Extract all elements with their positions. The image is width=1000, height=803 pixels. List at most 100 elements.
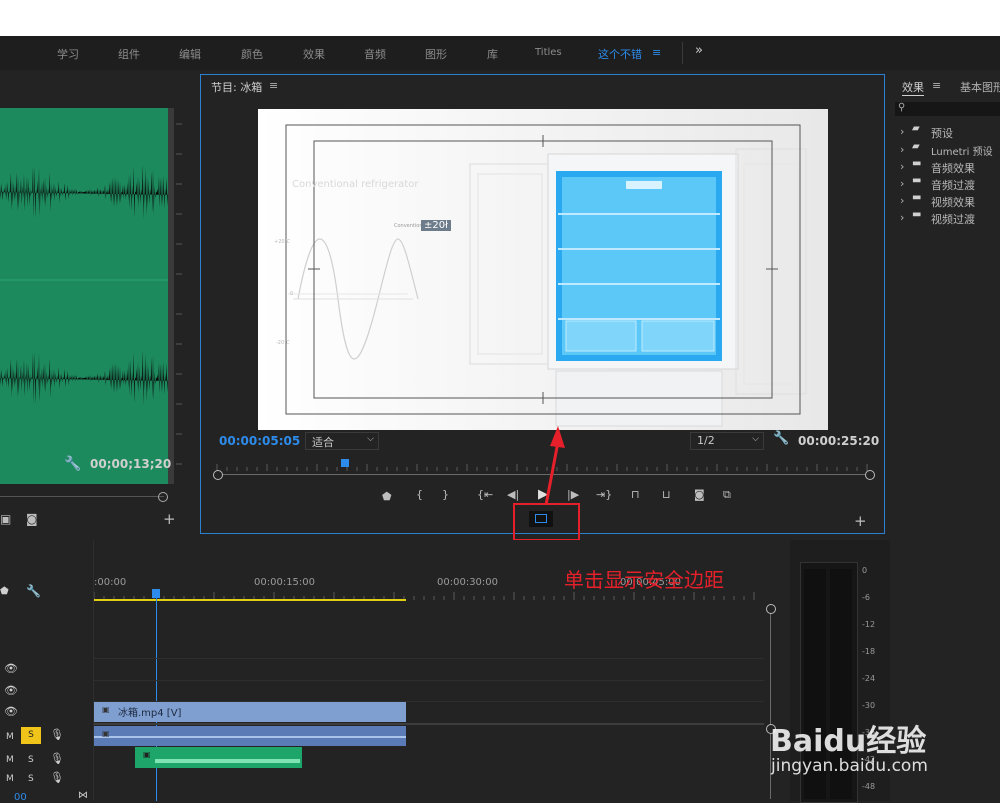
track-a2-mic-icon[interactable]: 🎙 [50,752,64,765]
track-divider [94,680,764,681]
track-a3-mute-button[interactable]: M [6,774,14,784]
timeline-bottom-time: 00 [14,792,27,803]
go-to-in-icon[interactable]: {⇤ [477,488,493,501]
comparison-view-icon[interactable]: ⧉ [723,488,731,502]
program-duration: 00:00:25:20 [798,434,880,448]
folder-star-icon: ▰ [912,141,920,152]
source-monitor-panel: 🔧 00;00;13;20 ▣ ◙ + [0,74,196,536]
effects-chevron-icon: › [900,177,905,190]
watermark-brand: Baidu经验 [770,724,927,759]
track-a3-mic-icon[interactable]: 🎙 [50,771,64,784]
effects-item-video-transitions[interactable]: 视频过渡 [931,211,975,227]
source-add-button-icon[interactable]: + [163,510,176,528]
go-to-out-icon[interactable]: ⇥} [596,488,612,501]
track-v1-eye-icon[interactable]: 👁 [4,705,18,718]
track-a3-solo-button[interactable]: S [28,774,34,784]
lift-icon[interactable]: ⊓ [631,488,640,501]
video-heading-text: Conventional refrigerator [292,179,419,190]
program-scroll-left-handle[interactable] [213,470,223,480]
meter-scale-label: -6 [862,593,870,602]
workspace-tab-titles[interactable]: Titles [535,47,562,58]
chevron-down-icon: ⌵ [752,434,759,444]
playback-resolution-value: 1/2 [697,434,715,447]
track-a1-mute-button[interactable]: M [6,732,14,742]
source-scroll-handle[interactable] [158,492,168,502]
program-monitor-title[interactable]: 节目: 冰箱 [211,79,262,95]
program-playhead[interactable] [341,459,349,467]
source-time-ruler[interactable] [0,488,164,497]
timeline-zoom-handle-icon[interactable]: ⋈ [78,790,88,801]
work-area-bar[interactable] [94,599,406,601]
source-export-frame-icon[interactable]: ▣ [0,512,11,526]
audio-clip-waveform [94,736,406,738]
waveform-level-ruler [176,114,186,474]
workspace-tab-graphics[interactable]: 图形 [425,46,447,62]
effects-item-audio-effects[interactable]: 音频效果 [931,160,975,176]
waveform-vertical-scrollbar[interactable] [168,108,174,484]
effects-item-lumetri-presets[interactable]: Lumetri 预设 [931,143,993,158]
source-settings-wrench-icon[interactable]: 🔧 [64,456,81,472]
zoom-level-select[interactable]: 适合 ⌵ [305,432,379,450]
waveform-graphic [0,164,168,406]
program-add-button-icon[interactable]: + [854,512,867,530]
timeline-settings-wrench-icon[interactable]: 🔧 [26,584,41,598]
workspace-tab-audio[interactable]: 音频 [364,46,386,62]
workspace-tab-effects[interactable]: 效果 [303,46,325,62]
video-clip[interactable]: ▣ 冰箱.mp4 [V] [94,702,406,722]
search-icon: ⚲ [898,102,906,113]
workspace-tab-editing[interactable]: 编辑 [179,46,201,62]
export-frame-camera-icon[interactable]: ◙ [694,488,705,501]
effects-item-presets[interactable]: 预设 [931,125,953,141]
source-camera-icon[interactable]: ◙ [26,512,38,526]
step-back-icon[interactable]: ◀| [507,488,519,501]
effects-search-input[interactable]: ⚲ [895,102,1000,116]
music-clip-waveform [155,759,300,763]
effects-chevron-icon: › [900,143,905,156]
effects-item-video-effects[interactable]: 视频效果 [931,194,975,210]
effects-menu-icon[interactable]: ≡ [932,79,941,92]
track-a2-mute-button[interactable]: M [6,755,14,765]
track-v3-eye-icon[interactable]: 👁 [4,662,18,675]
workspace-tab-assembly[interactable]: 组件 [118,46,140,62]
workspace-tab-custom[interactable]: 这个不错 [598,46,642,62]
timeline-scroll-handle-top[interactable] [766,604,776,614]
track-v2-eye-icon[interactable]: 👁 [4,684,18,697]
mark-in-icon[interactable]: { [416,488,423,501]
ruler-label-0: :00:00 [94,577,127,588]
program-settings-wrench-icon[interactable]: 🔧 [773,431,789,446]
ruler-label-30: 00:00:30:00 [437,577,499,588]
track-a1-mic-icon[interactable]: 🎙 [50,728,64,741]
program-monitor-menu-icon[interactable]: ≡ [269,79,278,92]
tab-effects[interactable]: 效果 [902,79,924,96]
audio-waveform-display[interactable] [0,108,168,484]
workspace-tab-color[interactable]: 颜色 [241,46,263,62]
add-marker-icon[interactable]: ⬟ [382,490,392,503]
timeline-playhead-handle[interactable] [152,589,160,598]
track-a1-solo-button[interactable]: S [21,727,41,744]
effects-item-audio-transitions[interactable]: 音频过渡 [931,177,975,193]
clip-fx-icon: ▣ [102,705,110,714]
program-video-frame[interactable]: Conventional refrigerator Conventional ±… [258,109,828,430]
folder-icon: ▬ [912,192,922,203]
tab-essential-graphics[interactable]: 基本图形 [960,79,1000,95]
source-timecode: 00;00;13;20 [90,457,172,471]
workspace-overflow-icon[interactable]: » [695,43,703,58]
workspace-tab-libraries[interactable]: 库 [487,46,498,62]
audio-clip-music[interactable]: ▣ [135,747,302,768]
mark-out-icon[interactable]: } [442,488,449,501]
audio-clip-linked[interactable]: ▣ [94,726,406,746]
track-a2-solo-button[interactable]: S [28,755,34,765]
meter-scale-label: -18 [862,647,876,656]
folder-icon: ▬ [912,209,922,220]
workspace-divider [682,42,683,64]
workspace-tab-learn[interactable]: 学习 [57,46,79,62]
baidu-watermark: Baidu经验 jingyan.baidu.com [770,700,1000,800]
playback-resolution-select[interactable]: 1/2 ⌵ [690,432,764,450]
program-scroll-right-handle[interactable] [865,470,875,480]
video-audio-divider [94,723,764,725]
extract-icon[interactable]: ⊔ [662,488,671,501]
clip-fx-icon: ▣ [143,750,151,759]
timeline-marker-icon[interactable]: ⬟ [0,586,9,597]
program-current-time[interactable]: 00:00:05:05 [219,434,300,448]
workspace-tab-menu-icon[interactable]: ≡ [652,46,661,59]
